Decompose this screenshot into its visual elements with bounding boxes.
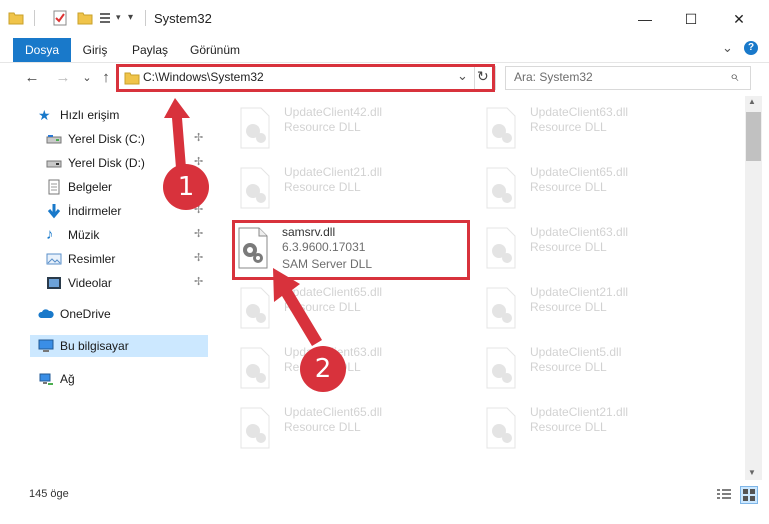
properties-icon[interactable]: [52, 10, 68, 26]
tab-home[interactable]: Giriş: [77, 38, 113, 62]
videos-icon: [47, 277, 61, 289]
search-icon[interactable]: ⌕: [730, 68, 738, 85]
dll-file-icon: [486, 287, 516, 329]
status-item-count: 145 öge: [29, 488, 69, 500]
pin-icon[interactable]: ✢: [194, 275, 203, 288]
back-button[interactable]: ←: [23, 69, 41, 87]
sidebar-item-quick-access[interactable]: ★ Hızlı erişim: [30, 104, 208, 126]
dll-file-icon: [240, 347, 270, 389]
search-placeholder[interactable]: Ara: System32: [514, 70, 593, 84]
dll-file-icon: [486, 227, 516, 269]
tab-share[interactable]: Paylaş: [126, 38, 174, 62]
documents-icon: [48, 179, 60, 195]
minimize-button[interactable]: —: [622, 0, 668, 38]
close-button[interactable]: ✕: [716, 0, 762, 38]
annotation-box-file: [232, 220, 470, 280]
file-item[interactable]: UpdateClient65.dll Resource DLL: [236, 403, 466, 455]
details-view-icon[interactable]: [716, 488, 732, 502]
file-item[interactable]: UpdateClient63.dll Resource DLL: [482, 223, 712, 275]
dll-file-icon: [240, 107, 270, 149]
ribbon-collapse-icon[interactable]: ⌄: [722, 40, 733, 56]
new-folder-icon[interactable]: [77, 10, 93, 26]
folder-icon: [8, 12, 24, 25]
tab-view[interactable]: Görünüm: [185, 38, 245, 62]
drive-icon: [46, 160, 62, 168]
tab-file[interactable]: Dosya: [13, 38, 71, 62]
pin-icon[interactable]: ✢: [194, 227, 203, 240]
file-item[interactable]: UpdateClient21.dll Resource DLL: [482, 283, 712, 335]
sidebar-item-onedrive[interactable]: OneDrive: [30, 303, 208, 325]
file-item[interactable]: UpdateClient21.dll Resource DLL: [482, 403, 712, 455]
music-icon: ♪: [46, 226, 54, 243]
step-badge-2: 2: [300, 346, 346, 392]
file-item[interactable]: UpdateClient21.dll Resource DLL: [236, 163, 466, 215]
drive-icon: [46, 135, 62, 144]
sidebar-item-this-pc[interactable]: Bu bilgisayar: [30, 335, 208, 357]
computer-icon: [38, 339, 54, 352]
separator: [34, 10, 35, 26]
dll-file-icon: [240, 167, 270, 209]
network-icon: [39, 373, 53, 385]
up-button[interactable]: ↑: [97, 69, 115, 87]
sidebar-item-pictures[interactable]: Resimler ✢: [38, 248, 216, 270]
tiles-view-icon[interactable]: [740, 486, 758, 504]
maximize-button[interactable]: ☐: [668, 0, 714, 38]
dll-file-icon: [486, 107, 516, 149]
customize-icon[interactable]: [98, 10, 114, 26]
pictures-icon: [46, 253, 62, 265]
scroll-up-icon[interactable]: ▲: [748, 97, 756, 106]
dll-file-icon: [240, 287, 270, 329]
dll-file-icon: [486, 407, 516, 449]
separator: [145, 10, 146, 26]
file-item[interactable]: UpdateClient63.dll Resource DLL: [482, 103, 712, 155]
step-badge-1: 1: [163, 164, 209, 210]
file-item[interactable]: UpdateClient63.dll Resource DLL: [236, 343, 466, 395]
forward-button[interactable]: →: [54, 69, 72, 87]
downloads-icon: [47, 204, 61, 219]
ribbon-bar: [0, 38, 769, 63]
qa-customize-arrow-icon[interactable]: ▾: [128, 12, 133, 23]
sidebar-item-disk-c[interactable]: Yerel Disk (C:) ✢: [38, 128, 216, 150]
qa-dropdown-icon[interactable]: ▾: [116, 12, 121, 23]
cloud-icon: [38, 309, 54, 318]
help-icon[interactable]: ?: [744, 41, 758, 55]
sidebar-item-videos[interactable]: Videolar ✢: [38, 272, 216, 294]
sidebar-item-network[interactable]: Ağ: [30, 368, 208, 390]
pin-icon[interactable]: ✢: [194, 251, 203, 264]
file-item[interactable]: UpdateClient5.dll Resource DLL: [482, 343, 712, 395]
pin-icon[interactable]: ✢: [194, 131, 203, 144]
file-item[interactable]: UpdateClient42.dll Resource DLL: [236, 103, 466, 155]
dll-file-icon: [486, 347, 516, 389]
window-title: System32: [154, 11, 212, 26]
annotation-box-address: [116, 64, 495, 92]
sidebar-item-music[interactable]: ♪ Müzik ✢: [38, 224, 216, 246]
scroll-thumb[interactable]: [746, 112, 761, 161]
file-item[interactable]: UpdateClient65.dll Resource DLL: [482, 163, 712, 215]
dll-file-icon: [240, 407, 270, 449]
star-icon: ★: [38, 107, 51, 123]
file-item[interactable]: UpdateClient65.dll Resource DLL: [236, 283, 466, 335]
dll-file-icon: [486, 167, 516, 209]
recent-locations-button[interactable]: ⌄: [78, 69, 96, 87]
scroll-down-icon[interactable]: ▼: [748, 468, 756, 477]
